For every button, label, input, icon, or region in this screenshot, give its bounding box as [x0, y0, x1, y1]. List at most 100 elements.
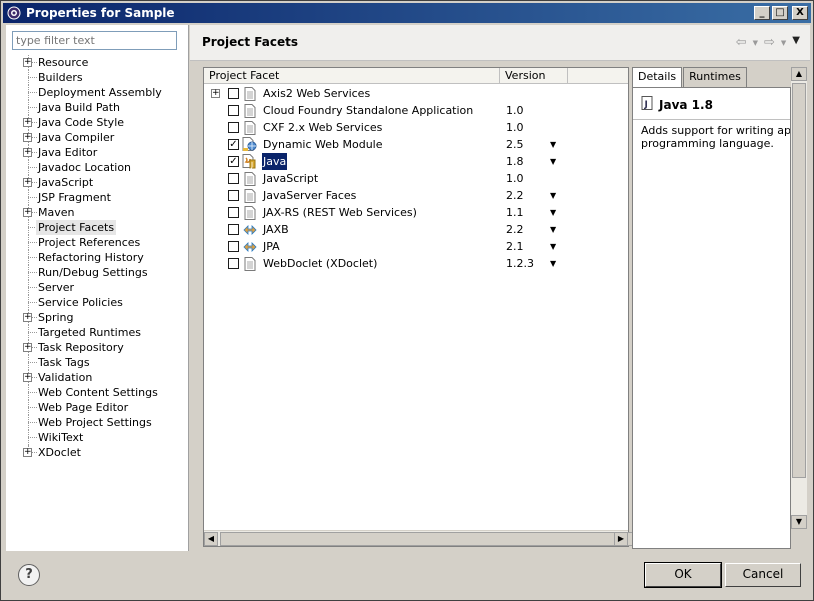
- tree-item[interactable]: Refactoring History: [6, 250, 189, 265]
- tree-item[interactable]: Run/Debug Settings: [6, 265, 189, 280]
- forward-arrow-icon[interactable]: ⇨: [764, 35, 775, 51]
- facet-checkbox[interactable]: [228, 224, 239, 235]
- tree-item[interactable]: Targeted Runtimes: [6, 325, 189, 340]
- tree-item[interactable]: + Validation: [6, 370, 189, 385]
- facet-checkbox[interactable]: ✓: [228, 139, 239, 150]
- expand-icon[interactable]: +: [23, 208, 32, 217]
- tree-item[interactable]: Web Page Editor: [6, 400, 189, 415]
- facet-checkbox[interactable]: ✓: [228, 156, 239, 167]
- column-header-project-facet[interactable]: Project Facet: [204, 68, 500, 84]
- version-dropdown-icon[interactable]: ▼: [550, 238, 556, 255]
- expand-icon[interactable]: +: [23, 448, 32, 457]
- tree-item[interactable]: Javadoc Location: [6, 160, 189, 175]
- expand-icon[interactable]: +: [23, 343, 32, 352]
- version-dropdown-icon[interactable]: ▼: [550, 204, 556, 221]
- view-menu-icon[interactable]: ▼: [792, 35, 800, 51]
- facet-version[interactable]: 1.8: [506, 153, 524, 170]
- version-dropdown-icon[interactable]: ▼: [550, 153, 556, 170]
- facet-version[interactable]: 1.1: [506, 204, 524, 221]
- expand-icon[interactable]: +: [23, 178, 32, 187]
- scroll-up-icon[interactable]: ▲: [791, 67, 807, 81]
- version-dropdown-icon[interactable]: ▼: [550, 187, 556, 204]
- facet-row[interactable]: JPA 2.1 ▼: [204, 238, 628, 255]
- tree-item[interactable]: + XDoclet: [6, 445, 189, 460]
- facet-row[interactable]: JAX-RS (REST Web Services) 1.1 ▼: [204, 204, 628, 221]
- facet-row[interactable]: CXF 2.x Web Services 1.0: [204, 119, 628, 136]
- version-dropdown-icon[interactable]: ▼: [550, 255, 556, 272]
- facet-version[interactable]: 2.5: [506, 136, 524, 153]
- vertical-scroll-thumb[interactable]: [792, 83, 806, 478]
- facet-version[interactable]: 1.0: [506, 102, 524, 119]
- facet-row[interactable]: ✓ Dynamic Web Module 2.5 ▼: [204, 136, 628, 153]
- tab-runtimes[interactable]: Runtimes: [683, 67, 747, 87]
- facet-row[interactable]: WebDoclet (XDoclet) 1.2.3 ▼: [204, 255, 628, 272]
- facet-version[interactable]: 2.1: [506, 238, 524, 255]
- forward-dropdown-icon[interactable]: ▼: [781, 35, 786, 51]
- facet-checkbox[interactable]: [228, 207, 239, 218]
- back-arrow-icon[interactable]: ⇦: [736, 35, 747, 51]
- facet-version[interactable]: 1.0: [506, 170, 524, 187]
- close-button[interactable]: X: [792, 6, 808, 20]
- tree-item[interactable]: Java Build Path: [6, 100, 189, 115]
- tree-item[interactable]: Deployment Assembly: [6, 85, 189, 100]
- tree-item[interactable]: WikiText: [6, 430, 189, 445]
- tree-item[interactable]: + Java Editor: [6, 145, 189, 160]
- expand-icon[interactable]: +: [23, 148, 32, 157]
- tree-item[interactable]: Web Project Settings: [6, 415, 189, 430]
- ok-button[interactable]: OK: [644, 562, 722, 588]
- tree-item[interactable]: JSP Fragment: [6, 190, 189, 205]
- facet-row[interactable]: JAXB 2.2 ▼: [204, 221, 628, 238]
- cancel-button[interactable]: Cancel: [725, 563, 801, 587]
- tree-item[interactable]: Server: [6, 280, 189, 295]
- back-dropdown-icon[interactable]: ▼: [753, 35, 758, 51]
- facet-row[interactable]: ✓ J Java 1.8 ▼: [204, 153, 628, 170]
- facet-row[interactable]: Cloud Foundry Standalone Application 1.0: [204, 102, 628, 119]
- facet-version[interactable]: 2.2: [506, 187, 524, 204]
- tree-item[interactable]: Task Tags: [6, 355, 189, 370]
- tree-item[interactable]: + JavaScript: [6, 175, 189, 190]
- tree-item[interactable]: + Maven: [6, 205, 189, 220]
- tree-item[interactable]: + Task Repository: [6, 340, 189, 355]
- facet-checkbox[interactable]: [228, 88, 239, 99]
- tree-item[interactable]: Web Content Settings: [6, 385, 189, 400]
- column-header-version[interactable]: Version: [500, 68, 568, 84]
- scroll-left-icon[interactable]: ◀: [204, 532, 218, 546]
- tab-details[interactable]: Details: [632, 67, 683, 88]
- expand-icon[interactable]: +: [23, 133, 32, 142]
- facet-checkbox[interactable]: [228, 173, 239, 184]
- tree-item[interactable]: + Java Compiler: [6, 130, 189, 145]
- expand-icon[interactable]: +: [211, 89, 220, 98]
- tree-item[interactable]: Service Policies: [6, 295, 189, 310]
- filter-input[interactable]: [12, 31, 177, 50]
- tree-item[interactable]: Project Facets: [6, 220, 189, 235]
- facet-version[interactable]: 1.0: [506, 119, 524, 136]
- facet-row[interactable]: JavaScript 1.0: [204, 170, 628, 187]
- minimize-button[interactable]: _: [754, 6, 770, 20]
- facet-version[interactable]: 1.2.3: [506, 255, 534, 272]
- facet-row[interactable]: JavaServer Faces 2.2 ▼: [204, 187, 628, 204]
- expand-icon[interactable]: +: [23, 313, 32, 322]
- facet-checkbox[interactable]: [228, 122, 239, 133]
- vertical-scrollbar[interactable]: ▲ ▼: [791, 67, 807, 529]
- maximize-button[interactable]: □: [772, 6, 788, 20]
- facet-row[interactable]: + Axis2 Web Services: [204, 85, 628, 102]
- horizontal-scrollbar[interactable]: ◀ ▶: [204, 530, 645, 546]
- version-dropdown-icon[interactable]: ▼: [550, 136, 556, 153]
- expand-icon[interactable]: +: [23, 373, 32, 382]
- facet-checkbox[interactable]: [228, 258, 239, 269]
- scroll-thumb[interactable]: [220, 532, 645, 546]
- tree-item[interactable]: Project References: [6, 235, 189, 250]
- tree-item[interactable]: + Spring: [6, 310, 189, 325]
- scroll-down-icon[interactable]: ▼: [791, 515, 807, 529]
- expand-icon[interactable]: +: [23, 118, 32, 127]
- help-button[interactable]: ?: [18, 564, 40, 586]
- tree-item[interactable]: + Resource: [6, 55, 189, 70]
- facet-checkbox[interactable]: [228, 105, 239, 116]
- expand-icon[interactable]: +: [23, 58, 32, 67]
- tree-item[interactable]: + Java Code Style: [6, 115, 189, 130]
- facet-version[interactable]: 2.2: [506, 221, 524, 238]
- facet-checkbox[interactable]: [228, 190, 239, 201]
- tree-item[interactable]: Builders: [6, 70, 189, 85]
- version-dropdown-icon[interactable]: ▼: [550, 221, 556, 238]
- scroll-right-icon[interactable]: ▶: [614, 532, 628, 546]
